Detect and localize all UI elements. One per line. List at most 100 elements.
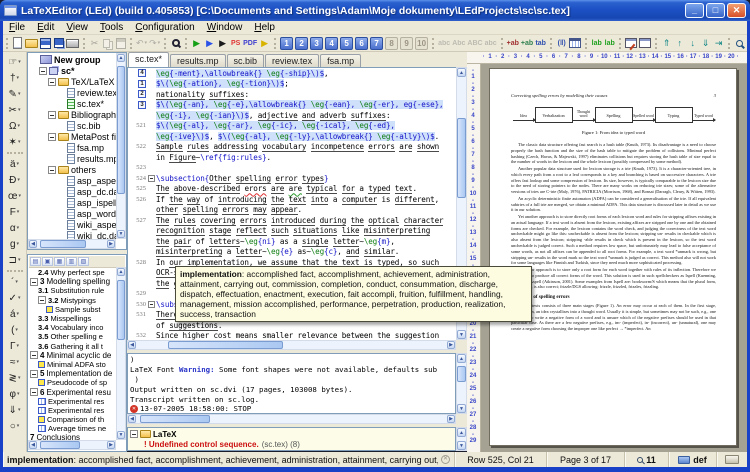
scroll-up-button[interactable]: ▲ [117, 268, 125, 276]
scrollbar-thumb[interactable] [168, 341, 283, 349]
structure-tables-button[interactable]: ▦ [54, 257, 65, 266]
scroll-up-button[interactable]: ▲ [457, 354, 466, 363]
menu-view[interactable]: View [60, 22, 94, 33]
structure-item-3-modelling-spelling[interactable]: 3 Modelling spelling [29, 277, 117, 286]
collapse-icon[interactable] [30, 388, 38, 397]
tree-item-sc-bib[interactable]: sc.bib [29, 120, 117, 131]
letter-g-button[interactable]: g ▾ [4, 236, 26, 252]
zoom-out-button[interactable] [746, 36, 747, 51]
toolbar-group-handle[interactable] [585, 37, 588, 49]
compiler-log-panel[interactable]: ) LaTeX Font Warning: Some font shapes we… [127, 353, 456, 414]
collapse-icon[interactable] [130, 430, 138, 438]
collapse-icon[interactable] [48, 132, 56, 141]
accent-button[interactable]: ´ ▾ [4, 274, 26, 290]
toolset-2-button[interactable]: 2 [295, 36, 309, 50]
tree-item-fsa-mp[interactable]: fsa.mp [29, 142, 117, 153]
log-vscroll[interactable]: ▲ ▼ [456, 353, 467, 414]
menu-configuration[interactable]: Configuration [129, 22, 201, 33]
scroll-left-button[interactable]: ◀ [29, 240, 37, 248]
scrollbar-thumb[interactable] [40, 240, 86, 248]
tab-review-tex[interactable]: review.tex [265, 54, 320, 67]
indent-increase-button[interactable]: +ab [506, 36, 520, 51]
view-dvi-button[interactable]: ▶ [203, 36, 216, 51]
toolbar-group-handle[interactable] [655, 37, 658, 49]
make-pdf-button[interactable]: PDF [242, 36, 258, 51]
insert-label-button[interactable]: lab [590, 36, 603, 51]
tree-item-bibliography-files[interactable]: Bibliography files [29, 109, 117, 120]
tree-item-sc-tex[interactable]: sc.tex* [29, 98, 117, 109]
scrollbar-thumb[interactable] [457, 118, 466, 198]
structure-item-6-experimental-resu[interactable]: 6 Experimental resu [29, 387, 117, 397]
bookmark-2[interactable]: 2 [138, 90, 146, 99]
indent-decrease-button[interactable]: +ab [520, 36, 534, 51]
editor-hscroll[interactable]: ◀ ▶ [127, 340, 456, 350]
new-file-button[interactable] [11, 36, 24, 51]
insert-parentheses-button[interactable]: (‖) [555, 36, 568, 51]
toolbar-group-handle[interactable] [164, 37, 167, 49]
tree-item-new-group[interactable]: New group [29, 54, 117, 65]
tab-sc-bib[interactable]: sc.bib [226, 54, 265, 67]
collapse-icon[interactable] [48, 110, 56, 119]
toolset-1-button[interactable]: 1 [280, 36, 294, 50]
collapse-icon[interactable] [39, 66, 47, 75]
insert-date-button[interactable] [568, 36, 582, 51]
scroll-left-button[interactable]: ◀ [128, 415, 136, 423]
structure-item-3-2-mistypings[interactable]: 3.2 Mistypings [29, 296, 117, 305]
tab-results-mp[interactable]: results.mp [170, 54, 226, 67]
structure-item-3-4-vocabulary-inco[interactable]: 3.4 Vocabulary inco [29, 323, 117, 332]
maximize-button[interactable]: □ [706, 3, 725, 18]
menu-tools[interactable]: Tools [94, 22, 129, 33]
structure-item-3-3-misspellings[interactable]: 3.3 Misspellings [29, 314, 117, 323]
tree-item-asp-aspell-nc[interactable]: asp_aspell_nc [29, 175, 117, 186]
print-button[interactable] [65, 36, 80, 51]
scroll-right-button[interactable]: ▶ [447, 341, 455, 349]
toolbar-group-handle[interactable] [6, 37, 9, 49]
tab-fsa-mp[interactable]: fsa.mp [320, 54, 362, 67]
scroll-down-button[interactable]: ▼ [117, 431, 125, 439]
structure-refresh-button[interactable]: ▧ [78, 257, 89, 266]
scrollbar-thumb[interactable] [40, 441, 80, 449]
scroll-down-button[interactable]: ▼ [457, 404, 466, 413]
toolbar-group-handle[interactable] [500, 37, 504, 49]
title-bar[interactable]: LaTeXEditor (LEd) (build 0.405853) [C:\D… [0, 0, 750, 21]
tree-item-asp-ispell-dat[interactable]: asp_ispell.dat [29, 197, 117, 208]
structure-expand-button[interactable]: ▤ [30, 257, 41, 266]
fold-toggle-icon[interactable] [148, 174, 155, 182]
bookmark-1[interactable]: 1 [138, 79, 146, 88]
error-item[interactable]: ! Extra \fi.(sc.tex) (13) [130, 449, 455, 451]
scroll-left-button[interactable]: ◀ [128, 341, 136, 349]
d-stroke-button[interactable]: Đ ▾ [4, 172, 26, 188]
tree-item-others[interactable]: others [29, 164, 117, 175]
scroll-right-button[interactable]: ▶ [447, 415, 455, 423]
structure-item-average-times-ne[interactable]: Average times ne [29, 424, 117, 433]
gtrless-button[interactable]: ≷ ▾ [4, 370, 26, 386]
collapse-icon[interactable] [30, 351, 38, 360]
errors-panel[interactable]: LaTeX ! Undefined control sequence. (sc.t… [127, 427, 456, 451]
compile-stop-button[interactable]: ▶ [216, 36, 229, 51]
toolbar-group-handle[interactable] [728, 37, 731, 49]
structure-vscroll[interactable]: ▲ ▼ [116, 267, 126, 440]
structure-figures-button[interactable]: ▣ [42, 257, 53, 266]
collapse-icon[interactable] [38, 296, 46, 305]
structure-item-comparison-of-th[interactable]: Comparison of th [29, 415, 117, 424]
scrollbar-thumb[interactable] [117, 66, 125, 194]
collapse-icon[interactable] [30, 277, 38, 286]
nav-first-button[interactable]: ⇑ [660, 36, 673, 51]
close-button[interactable]: ✕ [727, 3, 746, 18]
structure-item-minimal-adfa-sto[interactable]: Minimal ADFA sto [29, 360, 117, 369]
menu-file[interactable]: File [3, 22, 31, 33]
alpha-button[interactable]: α ▾ [4, 220, 26, 236]
scroll-up-button[interactable]: ▲ [457, 68, 466, 77]
project-manager-window-button[interactable] [624, 36, 638, 51]
toolbar-group-handle[interactable] [83, 37, 86, 49]
structure-item-experimental-res[interactable]: Experimental res [29, 406, 117, 415]
scroll-up-button[interactable]: ▲ [457, 428, 466, 437]
scroll-right-button[interactable]: ▶ [107, 441, 115, 449]
tree-item-asp-word-20[interactable]: asp_word_20 [29, 208, 117, 219]
double-down-arrow-button[interactable]: ⇓ ▾ [4, 402, 26, 418]
toolbar-group-handle[interactable] [130, 37, 133, 49]
find-button[interactable] [169, 36, 182, 51]
hand-button[interactable]: ☞ ▾ [4, 54, 26, 70]
minimize-button[interactable]: _ [685, 3, 704, 18]
error-item[interactable]: ! Undefined control sequence. (sc.tex) (8… [130, 439, 455, 449]
